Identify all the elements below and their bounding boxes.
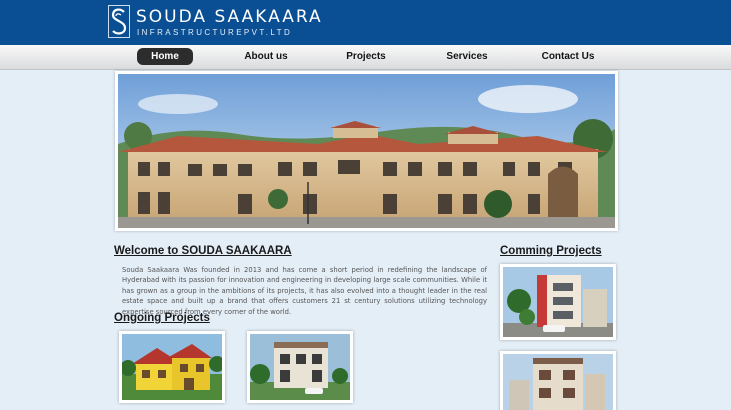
site-header: SOUDA SAAKAARA INFRASTRUCTUREPVT.LTD [0, 0, 731, 45]
coming-project-thumb[interactable] [500, 264, 616, 340]
building-photo-icon [118, 74, 615, 228]
ongoing-project-thumb[interactable] [119, 331, 225, 403]
logo-mark-icon [108, 5, 130, 38]
ongoing-project-thumb[interactable] [247, 331, 353, 403]
nav-services[interactable]: Services [439, 48, 495, 65]
welcome-text: Souda Saakaara Was founded in 2013 and h… [122, 266, 487, 316]
brand-tagline: INFRASTRUCTUREPVT.LTD [137, 28, 293, 37]
nav-home[interactable]: Home [137, 48, 193, 65]
coming-projects-title[interactable]: Comming Projects [500, 245, 602, 257]
coming-project-thumb[interactable] [500, 351, 616, 410]
main-nav: Home About us Projects Services Contact … [0, 45, 731, 70]
hero-banner [115, 71, 618, 231]
villa-photo-icon [250, 334, 350, 400]
nav-contact-us[interactable]: Contact Us [535, 48, 601, 65]
apartment-photo-icon [503, 267, 613, 337]
nav-about-us[interactable]: About us [238, 48, 294, 65]
nav-projects[interactable]: Projects [338, 48, 394, 65]
house-photo-icon [122, 334, 222, 400]
brand-name: SOUDA SAAKAARA [136, 7, 323, 27]
ongoing-projects-title[interactable]: Ongoing Projects [114, 312, 210, 324]
welcome-title: Welcome to SOUDA SAAKAARA [114, 245, 292, 257]
residence-photo-icon [503, 354, 613, 410]
